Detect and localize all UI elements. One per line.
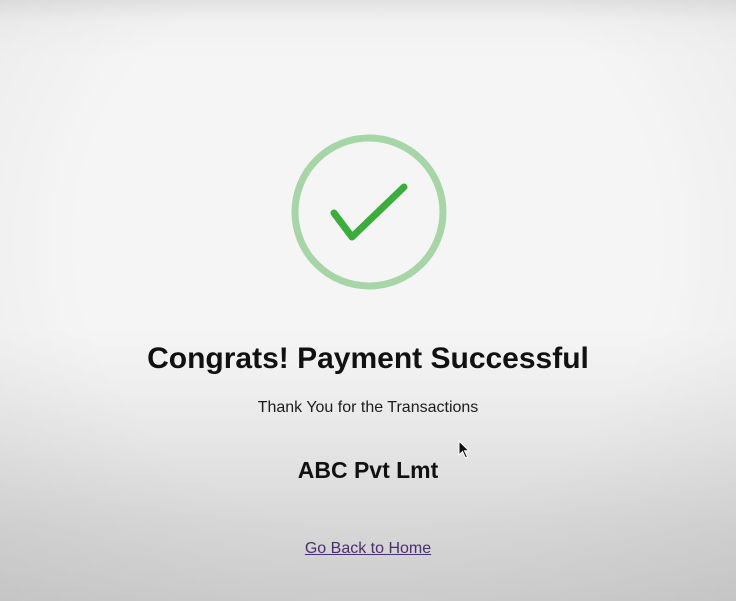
company-name: ABC Pvt Lmt [297, 457, 439, 483]
page-title: Congrats! Payment Successful [147, 342, 589, 375]
thank-you-message: Thank You for the Transactions [257, 399, 479, 416]
checkmark-circle-icon [290, 133, 448, 291]
go-back-home-link[interactable]: Go Back to Home [305, 540, 431, 557]
home-link-container: Go Back to Home [0, 539, 736, 559]
mouse-pointer-icon [458, 439, 471, 460]
background-vignette [0, 0, 736, 601]
